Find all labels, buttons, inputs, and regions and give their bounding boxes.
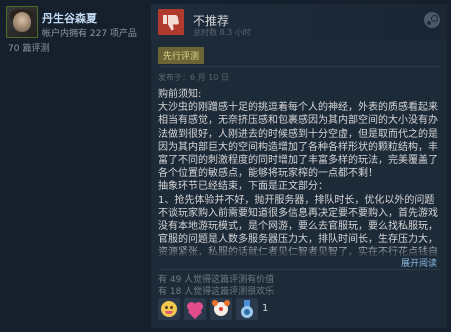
award-count: 1 <box>262 303 269 314</box>
review-header: 不推荐 总时数 8.3 小时 <box>151 4 447 40</box>
steam-icon[interactable] <box>424 12 440 28</box>
divider <box>158 66 440 67</box>
review-content: 购前须知: 大沙虫的刚蹭感十足的挑逗着每个人的神经，外表的质感看起来相当有感觉，… <box>158 88 443 258</box>
expand-review-link[interactable]: 展开阅读 <box>401 256 437 269</box>
thumbs-down-icon[interactable] <box>158 9 184 35</box>
early-access-badge: 先行评测 <box>158 47 205 64</box>
author-avatar[interactable] <box>6 6 38 38</box>
avatar-face <box>13 12 31 32</box>
review-paragraph: 大沙虫的刚蹭感十足的挑逗着每个人的神经，外表的质感看起来相当有感觉，无奈挤压感和… <box>158 102 438 180</box>
divider <box>158 269 440 270</box>
review-main: 不推荐 总时数 8.3 小时 先行评测 发布于：6 月 10 日 购前须知: 大… <box>151 4 447 328</box>
review-paragraph: 抽象环节已经结束，下面是正文部分： <box>158 181 328 193</box>
medal-award-icon[interactable] <box>236 298 258 320</box>
awards-row: 1 <box>158 298 288 322</box>
author-reviews-count[interactable]: 70 篇评测 <box>8 41 49 54</box>
review-card: 丹生谷森夏 帐户内拥有 227 项产品 70 篇评测 不推荐 总时数 8.3 小… <box>0 0 451 332</box>
posted-date: 发布于：6 月 10 日 <box>158 73 229 82</box>
author-block: 丹生谷森夏 帐户内拥有 227 项产品 70 篇评测 <box>0 0 150 70</box>
review-paragraph: 购前须知: <box>158 89 202 100</box>
author-products-count[interactable]: 帐户内拥有 227 项产品 <box>42 26 137 39</box>
smiley-award-icon[interactable] <box>158 298 180 320</box>
author-name[interactable]: 丹生谷森夏 <box>42 10 97 26</box>
clown-award-icon[interactable] <box>210 298 232 320</box>
heart-award-icon[interactable] <box>184 298 206 320</box>
review-hours: 总时数 8.3 小时 <box>193 28 251 37</box>
funny-count: 有 18 人觉得这篇评测很欢乐 <box>158 287 275 297</box>
